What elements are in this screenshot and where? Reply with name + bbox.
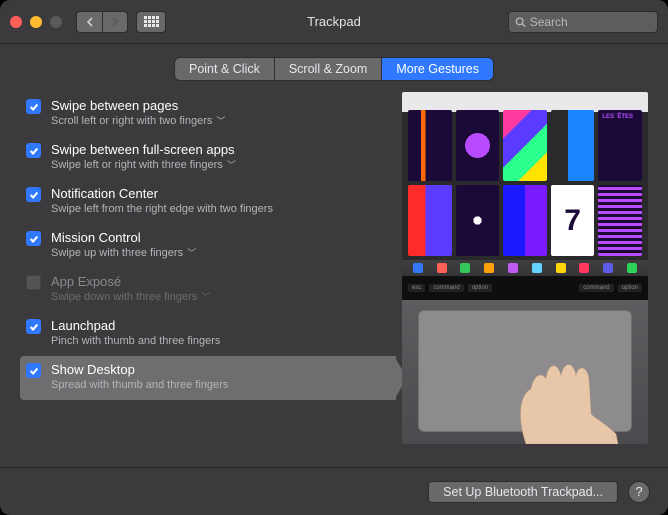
chevron-down-icon: ﹀ <box>216 114 225 128</box>
option-title: Show Desktop <box>51 362 228 378</box>
option-show-desktop[interactable]: Show DesktopSpread with thumb and three … <box>20 356 396 400</box>
checkbox-mission-control[interactable] <box>26 231 41 246</box>
option-title: Swipe between pages <box>51 98 225 114</box>
tab-bar: Point & ClickScroll & ZoomMore Gestures <box>0 44 668 92</box>
preview-screen <box>402 92 648 260</box>
option-title: Swipe between full-screen apps <box>51 142 236 158</box>
option-desc: Spread with thumb and three fingers <box>51 378 228 392</box>
option-desc: Pinch with thumb and three fingers <box>51 334 220 348</box>
show-all-button[interactable] <box>136 11 166 33</box>
option-desc[interactable]: Swipe left or right with three fingers﹀ <box>51 158 236 172</box>
setup-bluetooth-button[interactable]: Set Up Bluetooth Trackpad... <box>428 481 618 503</box>
checkbox-swipe-between-full-screen-apps[interactable] <box>26 143 41 158</box>
option-notification-center[interactable]: Notification CenterSwipe left from the r… <box>20 180 396 224</box>
preview-trackpad <box>402 300 648 444</box>
search-input[interactable] <box>530 15 651 29</box>
content-area: Swipe between pagesScroll left or right … <box>0 92 668 467</box>
search-field[interactable] <box>508 11 658 33</box>
nav-buttons <box>76 11 128 33</box>
zoom-button[interactable] <box>50 16 62 28</box>
titlebar: Trackpad <box>0 0 668 44</box>
option-swipe-between-full-screen-apps[interactable]: Swipe between full-screen appsSwipe left… <box>20 136 396 180</box>
help-button[interactable]: ? <box>628 481 650 503</box>
minimize-button[interactable] <box>30 16 42 28</box>
option-desc: Swipe left from the right edge with two … <box>51 202 273 216</box>
option-title: App Exposé <box>51 274 210 290</box>
checkbox-notification-center[interactable] <box>26 187 41 202</box>
gesture-preview: esc command option command option <box>402 92 648 444</box>
chevron-down-icon: ﹀ <box>227 158 236 172</box>
option-title: Mission Control <box>51 230 196 246</box>
forward-button[interactable] <box>102 11 128 33</box>
chevron-down-icon: ﹀ <box>201 290 210 304</box>
footer: Set Up Bluetooth Trackpad... ? <box>0 467 668 515</box>
option-title: Launchpad <box>51 318 220 334</box>
traffic-lights <box>10 16 62 28</box>
chevron-down-icon: ﹀ <box>187 246 196 260</box>
option-desc[interactable]: Scroll left or right with two fingers﹀ <box>51 114 225 128</box>
tab-point-click[interactable]: Point & Click <box>175 58 275 80</box>
hand-icon <box>486 334 636 444</box>
checkbox-app-expos-[interactable] <box>26 275 41 290</box>
option-desc[interactable]: Swipe down with three fingers﹀ <box>51 290 210 304</box>
checkbox-show-desktop[interactable] <box>26 363 41 378</box>
options-list: Swipe between pagesScroll left or right … <box>20 92 396 457</box>
checkbox-launchpad[interactable] <box>26 319 41 334</box>
back-button[interactable] <box>76 11 102 33</box>
checkbox-swipe-between-pages[interactable] <box>26 99 41 114</box>
preview-dock <box>402 260 648 276</box>
option-mission-control[interactable]: Mission ControlSwipe up with three finge… <box>20 224 396 268</box>
option-swipe-between-pages[interactable]: Swipe between pagesScroll left or right … <box>20 92 396 136</box>
option-desc[interactable]: Swipe up with three fingers﹀ <box>51 246 196 260</box>
window-title: Trackpad <box>307 14 361 29</box>
preview-touchbar: esc command option command option <box>402 276 648 300</box>
close-button[interactable] <box>10 16 22 28</box>
option-title: Notification Center <box>51 186 273 202</box>
preferences-window: Trackpad Point & ClickScroll & ZoomMore … <box>0 0 668 515</box>
tab-more-gestures[interactable]: More Gestures <box>382 58 493 80</box>
search-icon <box>515 16 526 28</box>
option-app-expos-[interactable]: App ExposéSwipe down with three fingers﹀ <box>20 268 396 312</box>
option-launchpad[interactable]: LaunchpadPinch with thumb and three fing… <box>20 312 396 356</box>
tab-scroll-zoom[interactable]: Scroll & Zoom <box>275 58 383 80</box>
grid-icon <box>144 16 159 27</box>
